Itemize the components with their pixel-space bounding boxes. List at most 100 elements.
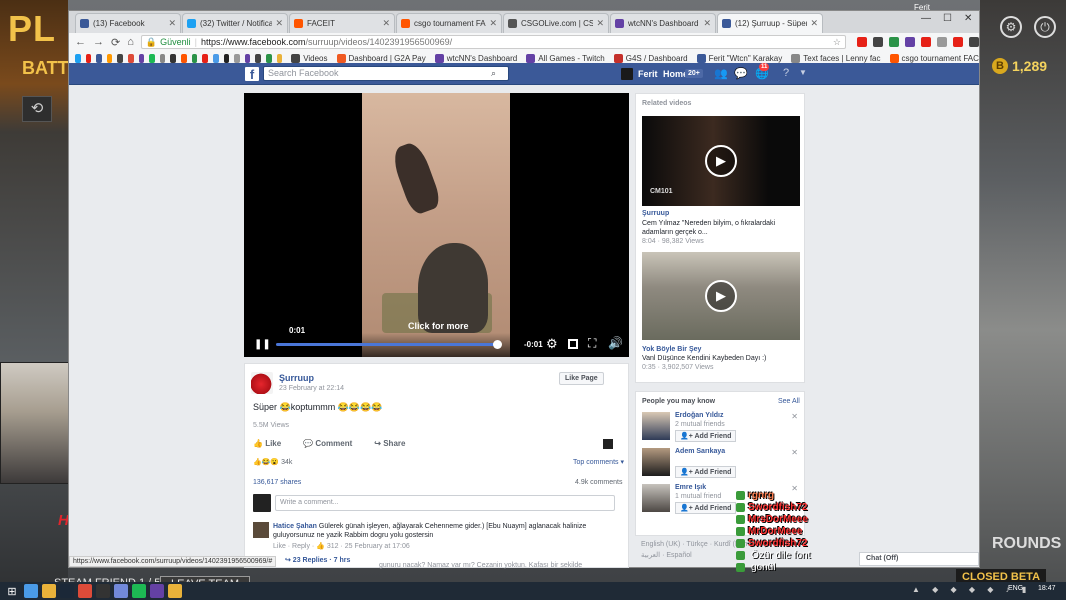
add-friend-button[interactable]: 👤+ Add Friend bbox=[675, 502, 737, 514]
close-icon[interactable]: ✕ bbox=[791, 448, 798, 457]
language-indicator[interactable]: ENG bbox=[1008, 585, 1023, 592]
reload-icon[interactable]: ⟳ bbox=[111, 36, 120, 49]
bookmark-icon[interactable] bbox=[234, 54, 240, 63]
chat-username[interactable]: rgnrg bbox=[748, 490, 774, 501]
mutual-friends[interactable]: 2 mutual friends bbox=[675, 421, 725, 428]
person-photo[interactable] bbox=[642, 484, 670, 512]
browser-tab[interactable]: csgo tournament FACEIT✕ bbox=[396, 13, 502, 33]
chat-username[interactable]: Swordfish72 bbox=[748, 502, 807, 513]
twitch-icon[interactable] bbox=[150, 584, 164, 598]
bookmark-icon[interactable] bbox=[138, 54, 145, 63]
extension-icon[interactable] bbox=[889, 37, 899, 47]
home-icon[interactable]: ⌂ bbox=[127, 36, 134, 48]
fullscreen-icon[interactable]: ⛶ bbox=[588, 336, 596, 351]
bookmark-icon[interactable] bbox=[255, 54, 261, 63]
comment-replies-link[interactable]: ↪ 23 Replies · 7 hrs bbox=[285, 556, 350, 564]
extension-icon[interactable] bbox=[921, 37, 931, 47]
related-video-thumbnail[interactable]: ▶ CM101 bbox=[642, 116, 800, 206]
bookmark-item[interactable]: Text faces | Lenny fac bbox=[791, 54, 881, 63]
chat-username[interactable]: Swordfish72 bbox=[748, 538, 807, 549]
opera-icon[interactable] bbox=[857, 37, 867, 47]
star-icon[interactable]: ☆ bbox=[833, 37, 841, 48]
bookmark-item[interactable]: wtcNN's Dashboard bbox=[434, 54, 517, 63]
progress-bar[interactable] bbox=[276, 343, 497, 346]
related-video-title[interactable]: Cem Yılmaz "Nereden bilyim, o fıkralarda… bbox=[642, 219, 792, 237]
language-links-more[interactable]: العربية · Español bbox=[641, 551, 692, 559]
browser-tab[interactable]: (32) Twitter / Notification✕ bbox=[182, 13, 288, 33]
shares-count[interactable]: 136,617 shares bbox=[253, 479, 301, 486]
browser-tab[interactable]: wtcNN's Dashboard - Tw✕ bbox=[610, 13, 716, 33]
bookmark-item[interactable]: csgo tournament FAC bbox=[889, 54, 979, 63]
clock[interactable]: 18:47 bbox=[1038, 585, 1056, 592]
avatar[interactable] bbox=[621, 68, 633, 80]
like-button[interactable]: 👍 Like bbox=[253, 439, 281, 448]
see-all-link[interactable]: See All bbox=[778, 398, 800, 405]
comment-input[interactable]: Write a comment... bbox=[275, 495, 615, 511]
messages-icon[interactable]: 💬 bbox=[734, 67, 748, 80]
bookmark-icon[interactable] bbox=[128, 54, 134, 63]
address-bar[interactable]: 🔒 Güvenli | https://www.facebook.com /su… bbox=[140, 35, 846, 49]
related-video-thumbnail[interactable]: ▶ bbox=[642, 252, 800, 340]
person-photo[interactable] bbox=[642, 448, 670, 476]
close-tab-icon[interactable]: ✕ bbox=[382, 18, 390, 29]
bookmark-icon[interactable] bbox=[212, 54, 219, 63]
extension-icon[interactable] bbox=[953, 37, 963, 47]
bookmark-icon[interactable] bbox=[75, 54, 81, 63]
bookmark-icon[interactable] bbox=[244, 54, 251, 63]
browser-tab[interactable]: CSGOLive.com | CSGO C✕ bbox=[503, 13, 609, 33]
help-icon[interactable]: ? bbox=[783, 67, 789, 79]
start-icon[interactable]: ⊞ bbox=[4, 585, 20, 598]
volume-icon[interactable]: 🔊 bbox=[608, 336, 623, 350]
add-friend-button[interactable]: 👤+ Add Friend bbox=[675, 430, 737, 442]
folder-icon[interactable] bbox=[42, 584, 56, 598]
bookmark-icon[interactable] bbox=[191, 54, 198, 63]
taskbar-app-icon[interactable] bbox=[168, 584, 182, 598]
person-photo[interactable] bbox=[642, 412, 670, 440]
share-as-avatar[interactable] bbox=[603, 439, 613, 449]
taskbar-app-icon[interactable] bbox=[24, 584, 38, 598]
picture-in-picture-icon[interactable] bbox=[568, 339, 578, 349]
comment-meta[interactable]: Like · Reply · 👍 312 · 25 February at 17… bbox=[273, 542, 410, 550]
like-page-button[interactable]: Like Page bbox=[559, 372, 604, 385]
forward-icon[interactable]: → bbox=[93, 36, 104, 48]
bookmark-icon[interactable] bbox=[85, 54, 92, 63]
facebook-logo-icon[interactable]: f bbox=[245, 67, 259, 82]
close-icon[interactable]: ✕ bbox=[791, 412, 798, 421]
facebook-search-input[interactable]: Search Facebook bbox=[263, 66, 509, 81]
commenter-avatar[interactable] bbox=[253, 522, 269, 538]
minimize-icon[interactable]: — bbox=[921, 13, 931, 24]
bookmark-item[interactable]: Videos bbox=[291, 54, 328, 63]
chevron-down-icon[interactable]: ▼ bbox=[799, 68, 807, 77]
chrome-icon[interactable] bbox=[78, 584, 92, 598]
bookmark-icon[interactable] bbox=[265, 54, 272, 63]
bookmark-icon[interactable] bbox=[96, 54, 102, 63]
close-tab-icon[interactable]: ✕ bbox=[168, 18, 176, 29]
play-icon[interactable]: ▶ bbox=[705, 145, 737, 177]
search-icon[interactable]: ⌕ bbox=[491, 68, 496, 79]
browser-tab[interactable]: (12) Şurruup - Süper ✕ bbox=[717, 13, 823, 33]
post-author[interactable]: Şurruup bbox=[279, 373, 314, 383]
post-date[interactable]: 23 February at 22:14 bbox=[279, 385, 344, 392]
bookmark-item[interactable]: Dashboard | G2A Pay bbox=[336, 54, 426, 63]
close-tab-icon[interactable]: ✕ bbox=[596, 18, 604, 29]
reactions-summary[interactable]: 👍😂😮 34k bbox=[253, 458, 292, 466]
spotify-icon[interactable] bbox=[132, 584, 146, 598]
comment-button[interactable]: 💬 Comment bbox=[303, 439, 352, 448]
bookmark-icon[interactable] bbox=[276, 54, 283, 63]
close-icon[interactable]: ✕ bbox=[964, 13, 972, 24]
bookmark-icon[interactable] bbox=[202, 54, 208, 63]
bookmark-item[interactable]: All Games - Twitch bbox=[526, 54, 605, 63]
browser-tab[interactable]: FACEIT ✕ bbox=[289, 13, 395, 33]
pause-button[interactable]: ❚❚ bbox=[254, 339, 271, 350]
page-avatar[interactable] bbox=[251, 372, 273, 394]
share-button[interactable]: ↪ Share bbox=[374, 439, 405, 448]
bookmark-icon[interactable] bbox=[159, 54, 166, 63]
bookmark-icon[interactable] bbox=[170, 54, 177, 63]
bookmark-item[interactable]: Ferit "Wtcn" Karakay bbox=[696, 54, 782, 63]
chat-username[interactable]: MrsDorMeee bbox=[748, 514, 808, 525]
video-player[interactable]: 0:01 Click for more ❚❚ -0:01 ⚙ ⛶ 🔊 bbox=[244, 93, 629, 357]
power-icon[interactable]: ⏻ bbox=[1034, 16, 1056, 38]
steam-icon[interactable] bbox=[60, 584, 74, 598]
click-for-more-link[interactable]: Click for more bbox=[408, 321, 469, 331]
progress-handle[interactable] bbox=[492, 340, 502, 349]
